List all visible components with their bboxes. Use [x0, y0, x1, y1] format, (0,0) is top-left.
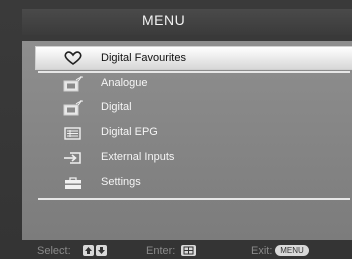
menu-key-icon: MENU: [275, 245, 309, 256]
menu-item-digital-favourites[interactable]: Digital Favourites: [36, 47, 352, 69]
enter-button-icon: [181, 245, 196, 256]
menu-item-digital[interactable]: Digital: [36, 97, 352, 119]
menu-title-bar: MENU: [22, 9, 352, 35]
menu-item-label: Settings: [101, 176, 141, 188]
tv-menu-screen: MENU Digital Favourites Analogue Digital…: [0, 0, 352, 259]
menu-item-digital-epg[interactable]: Digital EPG: [36, 122, 352, 144]
settings-toolbox-icon: [62, 175, 84, 191]
down-arrow-icon: [96, 245, 107, 256]
menu-divider: [38, 198, 350, 200]
menu-item-label: Analogue: [101, 77, 148, 89]
menu-item-analogue[interactable]: Analogue: [36, 73, 352, 95]
up-arrow-icon: [83, 245, 94, 256]
select-hint-label: Select:: [37, 245, 71, 257]
heart-icon: [62, 50, 84, 66]
epg-guide-icon: [62, 125, 84, 141]
digital-tv-icon: [62, 99, 84, 116]
menu-item-label: Digital EPG: [101, 126, 158, 138]
menu-item-label: Digital Favourites: [101, 52, 186, 64]
enter-hint-label: Enter:: [146, 245, 176, 257]
menu-item-label: Digital: [101, 101, 132, 113]
footer-hints: Select: Enter: Exit: MENU: [0, 243, 352, 259]
menu-item-settings[interactable]: Settings: [36, 172, 352, 194]
menu-item-external-inputs[interactable]: External Inputs: [36, 147, 352, 169]
menu-title: MENU: [142, 12, 186, 28]
analogue-tv-icon: [62, 75, 84, 92]
menu-item-label: External Inputs: [101, 151, 175, 163]
external-input-icon: [62, 150, 84, 166]
exit-hint-label: Exit:: [251, 245, 273, 257]
